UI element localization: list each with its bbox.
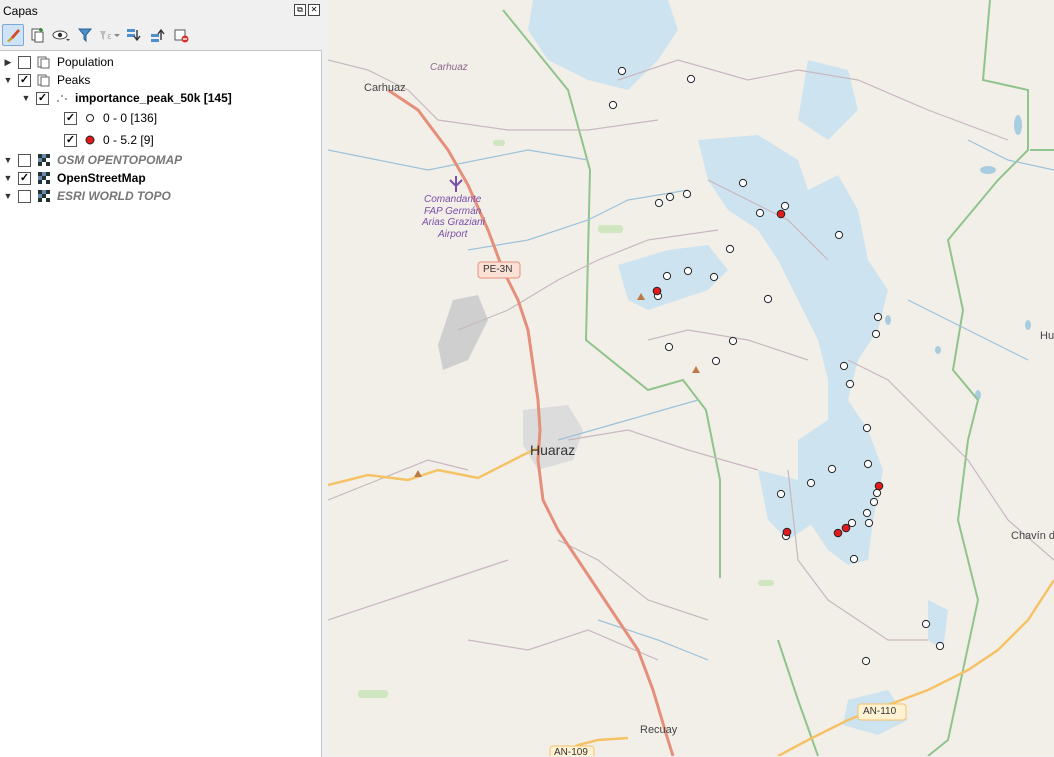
visibility-eye-icon[interactable] bbox=[50, 24, 72, 46]
class-checkbox[interactable] bbox=[64, 111, 77, 125]
map-label-huaraz: Huaraz bbox=[530, 442, 576, 458]
urban-area bbox=[438, 295, 488, 370]
expand-arrow-icon[interactable]: ▶ bbox=[2, 57, 14, 68]
filter-expression-icon[interactable]: ε bbox=[98, 24, 120, 46]
road-label-an110: AN-110 bbox=[863, 706, 897, 717]
layer-row-esri-world-topo[interactable]: ▼ ESRI WORLD TOPO bbox=[2, 187, 171, 205]
class-checkbox[interactable] bbox=[64, 133, 77, 147]
legend-class-white[interactable]: 0 - 0 [136] bbox=[60, 109, 157, 127]
layer-label: OSM OPENTOPOMAP bbox=[57, 153, 183, 167]
layer-row-openstreetmap[interactable]: ▼ OpenStreetMap bbox=[2, 169, 146, 187]
map-label-carhuaz: Carhuaz bbox=[364, 82, 406, 94]
map-label-airport-2: FAP Germán bbox=[424, 206, 482, 217]
layer-label: ESRI WORLD TOPO bbox=[57, 189, 171, 203]
panel-title: Capas bbox=[3, 4, 38, 18]
map-label-recuay: Recuay bbox=[640, 724, 678, 736]
float-panel-icon[interactable]: ⧉ bbox=[294, 4, 306, 16]
layer-label: importance_peak_50k [145] bbox=[75, 91, 232, 105]
layer-label: Peaks bbox=[57, 73, 91, 87]
layer-checkbox[interactable] bbox=[18, 153, 31, 167]
remove-layer-icon[interactable] bbox=[170, 24, 192, 46]
raster-layer-icon bbox=[37, 189, 51, 203]
layer-checkbox[interactable] bbox=[18, 189, 31, 203]
layer-checkbox[interactable] bbox=[36, 91, 49, 105]
layer-label: Population bbox=[57, 55, 114, 69]
style-brush-icon[interactable] bbox=[2, 24, 24, 46]
expand-all-icon[interactable] bbox=[122, 24, 144, 46]
layer-row-population[interactable]: ▶ Population bbox=[2, 53, 114, 71]
filter-icon[interactable] bbox=[74, 24, 96, 46]
national-park-boundary bbox=[502, 0, 1054, 756]
map-label-chavin: Chavín d bbox=[1011, 530, 1054, 542]
map-label-airport-3: Arias Graziani bbox=[422, 217, 485, 228]
class-label: 0 - 5.2 [9] bbox=[103, 133, 154, 147]
layers-toolbar: ε bbox=[0, 22, 324, 48]
layer-label: OpenStreetMap bbox=[57, 171, 146, 185]
map-label-hu: Hu bbox=[1040, 330, 1054, 342]
layer-checkbox[interactable] bbox=[18, 73, 31, 87]
raster-layer-icon bbox=[37, 171, 51, 185]
collapse-arrow-icon[interactable]: ▼ bbox=[2, 155, 14, 165]
layer-checkbox[interactable] bbox=[18, 171, 31, 185]
collapse-arrow-icon[interactable]: ▼ bbox=[2, 173, 14, 183]
road-label-pe3n: PE-3N bbox=[483, 264, 513, 275]
map-label-carhuaz-italic: Carhuaz bbox=[430, 62, 468, 73]
collapse-arrow-icon[interactable]: ▼ bbox=[2, 191, 14, 201]
white-point-symbol-icon bbox=[83, 111, 97, 125]
map-canvas[interactable]: Carhuaz Carhuaz Comandante FAP Germán Ar… bbox=[328, 0, 1054, 756]
svg-text:ε: ε bbox=[107, 32, 112, 42]
red-point-symbol-icon bbox=[83, 133, 97, 147]
layer-group-icon bbox=[37, 73, 51, 87]
legend-class-red[interactable]: 0 - 5.2 [9] bbox=[60, 131, 154, 149]
class-label: 0 - 0 [136] bbox=[103, 111, 158, 125]
glacier-areas bbox=[528, 0, 948, 735]
collapse-arrow-icon[interactable]: ▼ bbox=[20, 93, 32, 103]
basemap bbox=[328, 0, 1054, 756]
layer-checkbox[interactable] bbox=[18, 55, 31, 69]
map-label-airport-1: Comandante bbox=[424, 194, 482, 205]
raster-layer-icon bbox=[37, 153, 51, 167]
layer-group-icon bbox=[37, 55, 51, 69]
layer-row-peaks[interactable]: ▼ Peaks bbox=[2, 71, 91, 89]
airport-icon bbox=[449, 176, 463, 192]
add-group-icon[interactable] bbox=[26, 24, 48, 46]
close-panel-icon[interactable]: ✕ bbox=[308, 4, 320, 16]
collapse-all-icon[interactable] bbox=[146, 24, 168, 46]
point-layer-icon bbox=[55, 91, 69, 105]
layer-row-osm-opentopomap[interactable]: ▼ OSM OPENTOPOMAP bbox=[2, 151, 183, 169]
layers-panel: Capas ⧉ ✕ ε ▶ Population ▼ ✓ Peaks ▼ ✓ i… bbox=[0, 0, 324, 757]
road-label-an109: AN-109 bbox=[554, 747, 588, 756]
layer-row-importance-peak[interactable]: ▼ importance_peak_50k [145] bbox=[20, 89, 232, 107]
map-label-airport-4: Airport bbox=[438, 229, 468, 240]
layer-tree: ▶ Population ▼ Peaks ▼ importance_peak_5… bbox=[0, 50, 322, 757]
collapse-arrow-icon[interactable]: ▼ bbox=[2, 75, 14, 85]
